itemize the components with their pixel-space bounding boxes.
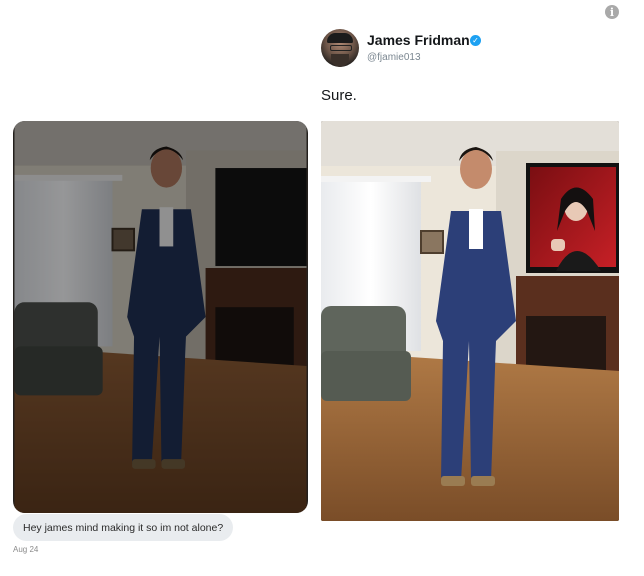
avatar-glasses — [330, 45, 352, 51]
author-name[interactable]: James Fridman — [367, 32, 470, 48]
original-photo[interactable] — [13, 121, 308, 513]
avatar-cap — [327, 33, 353, 43]
message-date: Aug 24 — [13, 545, 39, 554]
edited-photo[interactable] — [321, 121, 619, 521]
message-text: Hey james mind making it so im not alone… — [23, 521, 224, 534]
verified-badge-icon: ✓ — [470, 35, 481, 46]
avatar[interactable] — [321, 29, 359, 67]
author-handle[interactable]: @fjamie013 — [367, 52, 421, 63]
message-bubble: Hey james mind making it so im not alone… — [13, 514, 234, 541]
tweet-text: Sure. — [321, 87, 357, 104]
info-icon[interactable]: i — [605, 5, 619, 19]
avatar-beard — [331, 54, 349, 67]
